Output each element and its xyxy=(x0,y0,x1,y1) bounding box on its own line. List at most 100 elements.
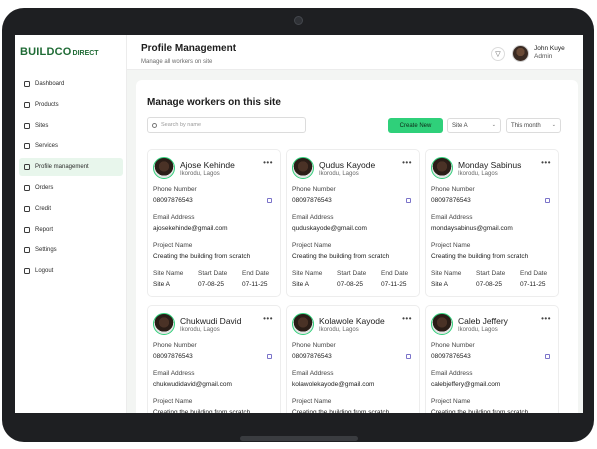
phone-label: Phone Number xyxy=(153,186,197,193)
worker-avatar xyxy=(292,157,314,179)
worker-card[interactable]: Monday Sabinus Ikorodu, Lagos ••• Phone Num… xyxy=(425,149,559,297)
project-value: Creating the building from scratch xyxy=(431,253,529,260)
bell-icon[interactable]: ▽ xyxy=(491,47,505,61)
sidebar-item-profile-management[interactable]: Profile management xyxy=(19,158,123,177)
worker-card[interactable]: Kolawole Kayode Ikorodu, Lagos ••• Phone Nu… xyxy=(286,305,420,413)
sidebar-item-logout[interactable]: Logout xyxy=(19,262,123,280)
page-title: Profile Management xyxy=(141,43,237,54)
camera-dot xyxy=(294,16,303,25)
users-icon xyxy=(24,164,30,171)
email-value: chukwudidavid@gmail.com xyxy=(153,381,232,388)
copy-icon[interactable] xyxy=(406,198,411,203)
more-options-icon[interactable]: ••• xyxy=(263,158,273,167)
chevron-down-icon: ⌄ xyxy=(491,122,496,128)
more-options-icon[interactable]: ••• xyxy=(263,314,273,323)
copy-icon[interactable] xyxy=(545,354,550,359)
sidebar-item-orders[interactable]: Orders xyxy=(19,179,123,197)
time-filter-value: This month xyxy=(511,122,541,129)
email-label: Email Address xyxy=(292,370,334,377)
worker-location: Ikorodu, Lagos xyxy=(458,327,498,333)
sidebar-item-services[interactable]: Services xyxy=(19,137,123,155)
end-date-label: End Date xyxy=(242,270,270,277)
email-label: Email Address xyxy=(431,370,473,377)
brand-logo[interactable]: BUILDCO DIRECT xyxy=(20,46,99,58)
worker-location: Ikorodu, Lagos xyxy=(319,327,359,333)
sidebar-item-credit[interactable]: Credit xyxy=(19,200,123,218)
top-header: Profile Management Manage all workers on… xyxy=(127,35,583,70)
sidebar: BUILDCO DIRECT Dashboard Products Sites Ser… xyxy=(15,35,127,413)
site-filter-select[interactable]: Site A ⌄ xyxy=(447,118,501,133)
sidebar-item-products[interactable]: Products xyxy=(19,96,123,114)
app-screen: BUILDCO DIRECT Dashboard Products Sites Ser… xyxy=(15,35,583,413)
more-options-icon[interactable]: ••• xyxy=(402,314,412,323)
report-icon xyxy=(24,226,30,233)
sidebar-item-label: Logout xyxy=(35,268,54,275)
start-date-value: 07-08-25 xyxy=(198,281,225,288)
project-label: Project Name xyxy=(153,398,193,405)
start-date-value: 07-08-25 xyxy=(337,281,364,288)
project-label: Project Name xyxy=(431,398,471,405)
phone-label: Phone Number xyxy=(431,186,475,193)
cart-icon xyxy=(24,184,30,191)
end-date-label: End Date xyxy=(520,270,548,277)
site-label: Site Name xyxy=(153,270,184,277)
phone-value: 08097876543 xyxy=(431,353,471,360)
project-value: Creating the building from scratch xyxy=(153,253,251,260)
worker-card[interactable]: Caleb Jeffery Ikorodu, Lagos ••• Phone Numb… xyxy=(425,305,559,413)
copy-icon[interactable] xyxy=(545,198,550,203)
project-label: Project Name xyxy=(153,242,193,249)
sidebar-item-label: Products xyxy=(35,101,59,108)
site-value: Site A xyxy=(153,281,170,288)
copy-icon[interactable] xyxy=(406,354,411,359)
more-options-icon[interactable]: ••• xyxy=(402,158,412,167)
logout-icon xyxy=(24,268,30,275)
section-title: Manage workers on this site xyxy=(147,97,281,108)
worker-name: Ajose Kehinde xyxy=(180,160,235,170)
time-filter-select[interactable]: This month ⌄ xyxy=(506,118,561,133)
project-label: Project Name xyxy=(292,242,332,249)
worker-card[interactable]: Chukwudi David Ikorodu, Lagos ••• Phone Num… xyxy=(147,305,281,413)
search-input[interactable] xyxy=(161,122,301,128)
email-label: Email Address xyxy=(153,370,195,377)
project-value: Creating the building from scratch xyxy=(153,409,251,413)
building-icon xyxy=(24,122,30,129)
worker-location: Ikorodu, Lagos xyxy=(319,171,359,177)
sidebar-item-label: Settings xyxy=(35,247,57,254)
worker-avatar xyxy=(431,157,453,179)
sidebar-item-label: Services xyxy=(35,143,59,150)
workers-panel: Manage workers on this site Create New S… xyxy=(136,80,578,413)
search-box[interactable] xyxy=(147,117,306,133)
email-label: Email Address xyxy=(153,214,195,221)
copy-icon[interactable] xyxy=(267,354,272,359)
sidebar-item-dashboard[interactable]: Dashboard xyxy=(19,75,123,93)
user-avatar[interactable] xyxy=(512,45,529,62)
user-role: Admin xyxy=(534,53,553,60)
start-date-value: 07-08-25 xyxy=(476,281,503,288)
sidebar-item-sites[interactable]: Sites xyxy=(19,117,123,135)
worker-card[interactable]: Qudus Kayode Ikorodu, Lagos ••• Phone Numbe… xyxy=(286,149,420,297)
sidebar-item-report[interactable]: Report xyxy=(19,221,123,239)
project-value: Creating the building from scratch xyxy=(292,409,390,413)
site-label: Site Name xyxy=(292,270,323,277)
worker-avatar xyxy=(153,157,175,179)
start-date-label: Start Date xyxy=(337,270,367,277)
user-name: John Kuye xyxy=(534,45,565,52)
worker-card[interactable]: Ajose Kehinde Ikorodu, Lagos ••• Phone Numb… xyxy=(147,149,281,297)
email-value: mondaysabinus@gmail.com xyxy=(431,225,513,232)
worker-name: Caleb Jeffery xyxy=(458,316,508,326)
site-value: Site A xyxy=(292,281,309,288)
email-value: quduskayode@gmail.com xyxy=(292,225,367,232)
more-options-icon[interactable]: ••• xyxy=(541,158,551,167)
end-date-value: 07-11-25 xyxy=(520,281,546,288)
sidebar-item-settings[interactable]: Settings xyxy=(19,241,123,259)
copy-icon[interactable] xyxy=(267,198,272,203)
sidebar-nav: Dashboard Products Sites Services Profile ma… xyxy=(19,75,123,283)
phone-value: 08097876543 xyxy=(292,353,332,360)
sidebar-item-label: Dashboard xyxy=(35,81,65,87)
grid-icon xyxy=(24,81,30,87)
site-value: Site A xyxy=(431,281,448,288)
create-new-button[interactable]: Create New xyxy=(388,118,443,133)
more-options-icon[interactable]: ••• xyxy=(541,314,551,323)
search-icon xyxy=(152,122,157,128)
box-icon xyxy=(24,101,30,108)
